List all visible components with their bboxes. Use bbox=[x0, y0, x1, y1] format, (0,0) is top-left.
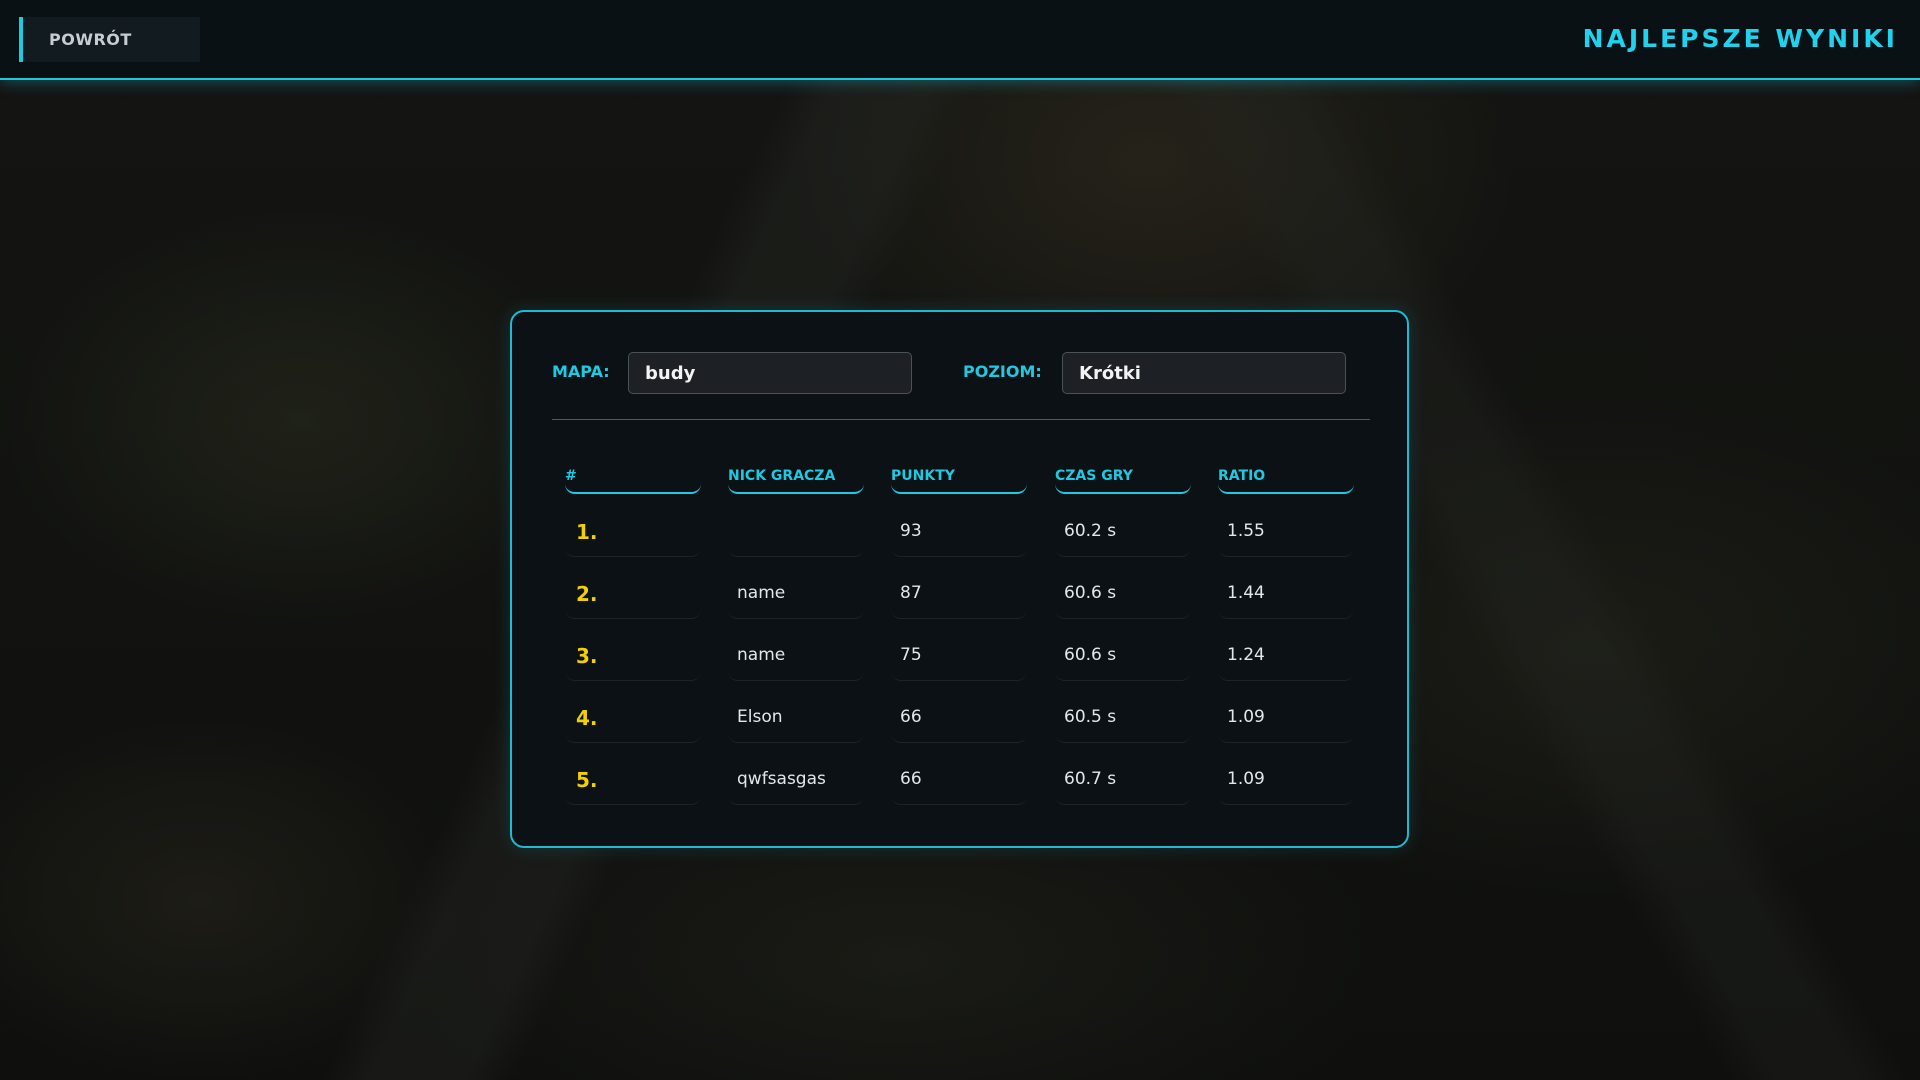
column-header-label: # bbox=[565, 468, 577, 484]
column-header-nick: NICK GRACZA bbox=[728, 458, 864, 494]
points-value: 93 bbox=[900, 521, 922, 541]
time-cell: 60.5 s bbox=[1055, 697, 1191, 743]
table-row: 1. 93 60.2 s 1.55 bbox=[512, 511, 1411, 573]
rank-cell: 4. bbox=[565, 697, 701, 743]
column-header-label: RATIO bbox=[1218, 468, 1266, 484]
points-cell: 93 bbox=[891, 511, 1027, 557]
time-cell: 60.7 s bbox=[1055, 759, 1191, 805]
map-select-value: budy bbox=[645, 363, 696, 384]
column-header-ratio: RATIO bbox=[1218, 458, 1354, 494]
column-header-label: CZAS GRY bbox=[1055, 468, 1133, 484]
column-header-label: NICK GRACZA bbox=[728, 468, 836, 484]
ratio-value: 1.09 bbox=[1227, 707, 1265, 727]
nick-value: qwfsasgas bbox=[737, 769, 826, 789]
back-button-label: POWRÓT bbox=[49, 30, 132, 49]
ratio-cell: 1.09 bbox=[1218, 697, 1354, 743]
rank-value: 3. bbox=[576, 644, 598, 668]
table-row: 2. name 87 60.6 s 1.44 bbox=[512, 573, 1411, 635]
column-header-rank: # bbox=[565, 458, 701, 494]
nick-cell: qwfsasgas bbox=[728, 759, 864, 805]
time-value: 60.2 s bbox=[1064, 521, 1117, 541]
nick-cell: name bbox=[728, 635, 864, 681]
time-value: 60.5 s bbox=[1064, 707, 1117, 727]
rank-value: 2. bbox=[576, 582, 598, 606]
panel-divider bbox=[552, 419, 1370, 420]
nick-value: name bbox=[737, 583, 786, 603]
points-value: 75 bbox=[900, 645, 922, 665]
column-header-time: CZAS GRY bbox=[1055, 458, 1191, 494]
points-value: 66 bbox=[900, 707, 922, 727]
ratio-cell: 1.55 bbox=[1218, 511, 1354, 557]
nick-cell: Elson bbox=[728, 697, 864, 743]
time-cell: 60.2 s bbox=[1055, 511, 1191, 557]
ratio-value: 1.44 bbox=[1227, 583, 1265, 603]
map-filter-label: MAPA: bbox=[552, 362, 610, 381]
highscores-panel: MAPA: budy POZIOM: Krótki # NICK GRACZA … bbox=[510, 310, 1409, 848]
time-value: 60.6 s bbox=[1064, 645, 1117, 665]
top-bar: POWRÓT NAJLEPSZE WYNIKI bbox=[0, 0, 1920, 80]
points-cell: 75 bbox=[891, 635, 1027, 681]
ratio-cell: 1.24 bbox=[1218, 635, 1354, 681]
ratio-value: 1.55 bbox=[1227, 521, 1265, 541]
rank-value: 5. bbox=[576, 768, 598, 792]
rank-cell: 5. bbox=[565, 759, 701, 805]
points-value: 66 bbox=[900, 769, 922, 789]
rank-value: 4. bbox=[576, 706, 598, 730]
time-cell: 60.6 s bbox=[1055, 573, 1191, 619]
rank-cell: 2. bbox=[565, 573, 701, 619]
ratio-cell: 1.44 bbox=[1218, 573, 1354, 619]
page-title: NAJLEPSZE WYNIKI bbox=[1582, 24, 1898, 53]
nick-cell: name bbox=[728, 573, 864, 619]
table-row: 5. qwfsasgas 66 60.7 s 1.09 bbox=[512, 759, 1411, 821]
column-header-points: PUNKTY bbox=[891, 458, 1027, 494]
level-select-value: Krótki bbox=[1079, 363, 1141, 384]
map-select[interactable]: budy bbox=[628, 352, 912, 394]
rank-value: 1. bbox=[576, 520, 598, 544]
ratio-value: 1.24 bbox=[1227, 645, 1265, 665]
nick-cell bbox=[728, 511, 864, 557]
level-filter-label: POZIOM: bbox=[963, 362, 1042, 381]
ratio-cell: 1.09 bbox=[1218, 759, 1354, 805]
back-button[interactable]: POWRÓT bbox=[19, 17, 200, 62]
level-select[interactable]: Krótki bbox=[1062, 352, 1346, 394]
time-cell: 60.6 s bbox=[1055, 635, 1191, 681]
column-header-label: PUNKTY bbox=[891, 468, 955, 484]
nick-value: name bbox=[737, 645, 786, 665]
nick-value: Elson bbox=[737, 707, 783, 727]
points-cell: 66 bbox=[891, 697, 1027, 743]
points-cell: 66 bbox=[891, 759, 1027, 805]
table-row: 4. Elson 66 60.5 s 1.09 bbox=[512, 697, 1411, 759]
points-cell: 87 bbox=[891, 573, 1027, 619]
ratio-value: 1.09 bbox=[1227, 769, 1265, 789]
time-value: 60.7 s bbox=[1064, 769, 1117, 789]
table-row: 3. name 75 60.6 s 1.24 bbox=[512, 635, 1411, 697]
rank-cell: 3. bbox=[565, 635, 701, 681]
rank-cell: 1. bbox=[565, 511, 701, 557]
points-value: 87 bbox=[900, 583, 922, 603]
time-value: 60.6 s bbox=[1064, 583, 1117, 603]
